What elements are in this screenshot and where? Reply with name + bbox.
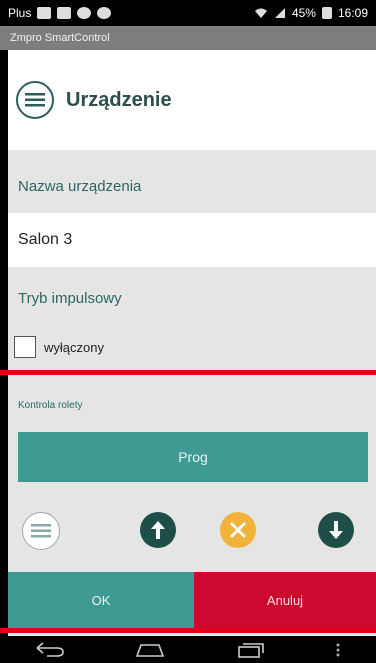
app-title-bar: Zmpro SmartControl xyxy=(0,26,376,50)
device-name-value: Salon 3 xyxy=(18,231,73,248)
recent-apps-icon xyxy=(238,642,264,658)
roller-down-button[interactable] xyxy=(318,512,354,548)
device-name-field[interactable]: Salon 3 xyxy=(8,213,376,267)
status-bar-left: Plus xyxy=(8,6,112,20)
prog-button-label: Prog xyxy=(178,449,208,465)
header: Urządzenie xyxy=(8,50,376,150)
ok-button-label: OK xyxy=(91,592,111,608)
status-bar-right: 45% 16:09 xyxy=(254,6,368,20)
arrow-down-icon xyxy=(329,521,343,539)
menu-button[interactable] xyxy=(22,512,60,550)
battery-percent: 45% xyxy=(291,6,316,20)
page-title: Urządzenie xyxy=(66,88,172,111)
highlight-line-bottom xyxy=(0,628,376,633)
device-name-label: Nazwa urządzenia xyxy=(18,178,142,195)
overflow-menu-icon xyxy=(336,643,340,656)
recent-apps-button[interactable] xyxy=(230,636,270,663)
prog-button[interactable]: Prog xyxy=(18,432,368,482)
list-icon xyxy=(16,81,54,119)
status-bar: Plus 45% 16:09 xyxy=(0,0,376,26)
navigation-bar xyxy=(0,636,376,663)
list-icon-glyph xyxy=(25,93,45,107)
cancel-button[interactable]: Anuluj xyxy=(194,572,376,628)
cancel-button-label: Anuluj xyxy=(266,592,304,608)
ok-button[interactable]: OK xyxy=(8,572,194,628)
back-button[interactable] xyxy=(30,636,70,663)
stop-icon xyxy=(230,522,246,538)
arrow-up-icon xyxy=(151,521,165,539)
pulse-mode-checkbox-label: wyłączony xyxy=(44,339,104,355)
roller-up-button[interactable] xyxy=(140,512,176,548)
pulse-mode-label: Tryb impulsowy xyxy=(18,290,122,307)
highlight-line-top xyxy=(0,370,376,375)
wifi-icon xyxy=(254,8,267,18)
mail-notification-icon xyxy=(57,7,72,19)
app-notification-icon xyxy=(97,7,112,19)
carrier-label: Plus xyxy=(8,6,32,20)
list-icon xyxy=(31,524,51,538)
back-icon xyxy=(36,641,64,657)
roller-control-label: Kontrola rolety xyxy=(18,400,83,411)
image-notification-icon xyxy=(37,7,52,19)
pulse-mode-toggle[interactable]: wyłączony xyxy=(14,332,104,362)
device-screen: Urządzenie Nazwa urządzenia Salon 3 Tryb… xyxy=(8,50,376,636)
signal-icon xyxy=(274,8,285,18)
overflow-menu-button[interactable] xyxy=(330,636,346,663)
clock: 16:09 xyxy=(337,6,368,20)
roller-stop-button[interactable] xyxy=(220,512,256,548)
home-icon xyxy=(135,643,165,657)
app-title: Zmpro SmartControl xyxy=(10,32,110,44)
battery-icon xyxy=(321,7,332,19)
sync-notification-icon xyxy=(77,7,92,19)
pulse-mode-checkbox[interactable] xyxy=(14,336,36,358)
home-button[interactable] xyxy=(130,636,170,663)
